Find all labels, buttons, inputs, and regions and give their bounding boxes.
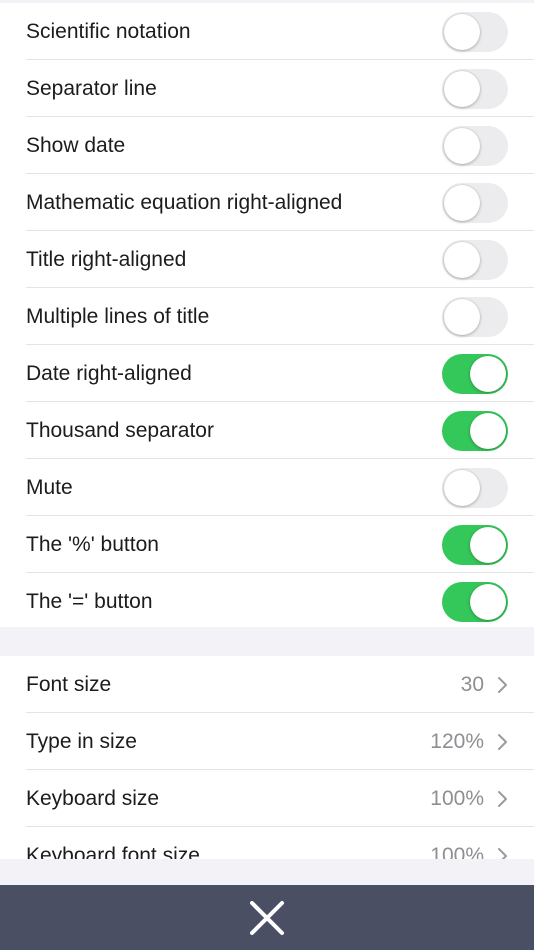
- setting-label: Mathematic equation right-aligned: [26, 190, 343, 214]
- setting-label: Thousand separator: [26, 418, 214, 442]
- setting-label: Keyboard size: [26, 786, 160, 810]
- setting-row-equation-right-aligned: Mathematic equation right-aligned: [0, 174, 534, 231]
- date-right-aligned-toggle[interactable]: [442, 353, 508, 394]
- chevron-right-icon: [498, 733, 507, 750]
- thousand-separator-toggle[interactable]: [442, 410, 508, 451]
- bottom-bar: [0, 885, 534, 950]
- toggle-knob: [444, 298, 480, 335]
- setting-label: The '%' button: [26, 532, 159, 556]
- scientific-notation-toggle[interactable]: [442, 11, 508, 52]
- setting-row-date-right-aligned: Date right-aligned: [0, 345, 534, 402]
- setting-value: 30: [460, 672, 484, 696]
- separator-line-toggle[interactable]: [442, 68, 508, 109]
- toggle-knob: [470, 355, 506, 392]
- equals-button-toggle[interactable]: [442, 581, 508, 622]
- setting-label: Separator line: [26, 76, 157, 100]
- percent-button-toggle[interactable]: [442, 524, 508, 565]
- setting-label: Scientific notation: [26, 19, 191, 43]
- toggle-knob: [444, 127, 480, 164]
- toggle-knob: [470, 583, 506, 620]
- setting-row-thousand-separator: Thousand separator: [0, 402, 534, 459]
- close-icon[interactable]: [247, 898, 287, 938]
- setting-row-scientific-notation: Scientific notation: [0, 3, 534, 60]
- setting-row-equals-button: The '=' button: [0, 573, 534, 627]
- setting-row-keyboard-font-size[interactable]: Keyboard font size 100%: [0, 827, 534, 859]
- setting-label: Show date: [26, 133, 126, 157]
- toggle-knob: [470, 526, 506, 563]
- chevron-right-icon: [498, 790, 507, 807]
- chevron-right-icon: [498, 676, 507, 693]
- chevron-right-icon: [498, 847, 507, 859]
- toggle-settings-group: Scientific notation Separator line Show …: [0, 3, 534, 627]
- setting-value: 100%: [430, 843, 484, 860]
- setting-row-type-in-size[interactable]: Type in size 120%: [0, 713, 534, 770]
- setting-row-separator-line: Separator line: [0, 60, 534, 117]
- setting-row-mute: Mute: [0, 459, 534, 516]
- setting-row-multiple-lines-title: Multiple lines of title: [0, 288, 534, 345]
- setting-label: Keyboard font size: [26, 843, 200, 860]
- toggle-knob: [470, 412, 506, 449]
- setting-label: Mute: [26, 475, 73, 499]
- toggle-knob: [444, 469, 480, 506]
- toggle-knob: [444, 70, 480, 107]
- toggle-knob: [444, 184, 480, 221]
- setting-row-title-right-aligned: Title right-aligned: [0, 231, 534, 288]
- size-settings-group: Font size 30 Type in size 120% Keyboard …: [0, 656, 534, 859]
- setting-label: Type in size: [26, 729, 137, 753]
- equation-right-aligned-toggle[interactable]: [442, 182, 508, 223]
- mute-toggle[interactable]: [442, 467, 508, 508]
- setting-row-show-date: Show date: [0, 117, 534, 174]
- setting-row-keyboard-size[interactable]: Keyboard size 100%: [0, 770, 534, 827]
- toggle-knob: [444, 13, 480, 50]
- title-right-aligned-toggle[interactable]: [442, 239, 508, 280]
- setting-value: 100%: [430, 786, 484, 810]
- setting-label: Date right-aligned: [26, 361, 192, 385]
- multiple-lines-title-toggle[interactable]: [442, 296, 508, 337]
- toggle-knob: [444, 241, 480, 278]
- setting-value: 120%: [430, 729, 484, 753]
- setting-row-percent-button: The '%' button: [0, 516, 534, 573]
- setting-label: Font size: [26, 672, 112, 696]
- show-date-toggle[interactable]: [442, 125, 508, 166]
- setting-label: The '=' button: [26, 589, 153, 613]
- setting-label: Title right-aligned: [26, 247, 187, 271]
- setting-row-font-size[interactable]: Font size 30: [0, 656, 534, 713]
- setting-label: Multiple lines of title: [26, 304, 210, 328]
